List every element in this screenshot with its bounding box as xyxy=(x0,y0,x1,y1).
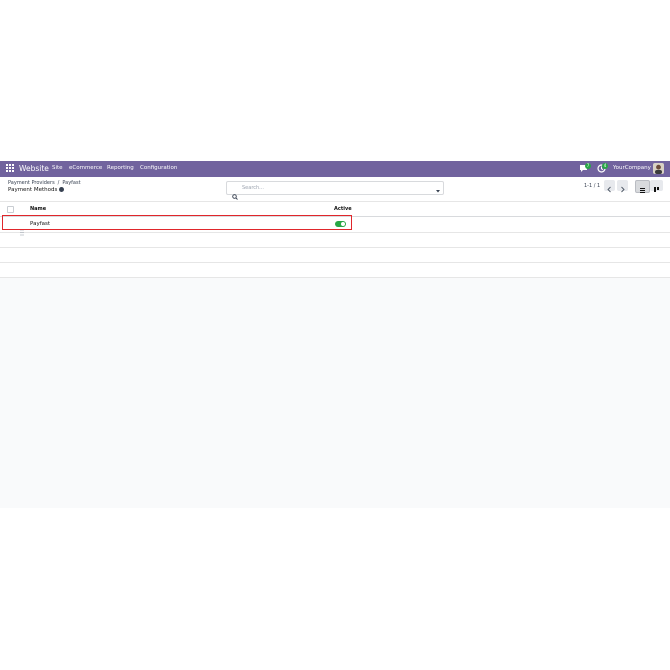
messages-count-badge: 7 xyxy=(585,163,591,169)
odoo-app: Website Site eCommerce Reporting Configu… xyxy=(0,161,670,508)
breadcrumb-payment-providers[interactable]: Payment Providers xyxy=(8,180,55,186)
empty-row xyxy=(0,262,670,278)
top-navbar: Website Site eCommerce Reporting Configu… xyxy=(0,161,670,177)
menu-reporting[interactable]: Reporting xyxy=(107,165,134,171)
pager-previous-button[interactable] xyxy=(604,180,615,193)
empty-row xyxy=(0,247,670,263)
list-view-button[interactable] xyxy=(635,180,650,193)
column-name[interactable]: Name xyxy=(30,206,46,212)
activity-count-badge: 4 xyxy=(602,163,608,169)
search-options-toggle[interactable] xyxy=(433,182,443,194)
user-avatar[interactable] xyxy=(653,163,664,174)
app-brand[interactable]: Website xyxy=(19,164,49,173)
list-view: Name Active Payfast xyxy=(0,202,670,278)
search-bar[interactable]: Search... xyxy=(226,181,444,200)
page-title-text: Payment Methods xyxy=(8,187,58,193)
menu-configuration[interactable]: Configuration xyxy=(140,165,177,171)
page-title: Payment Methods xyxy=(8,187,65,193)
column-active[interactable]: Active xyxy=(334,206,352,212)
breadcrumb-payfast[interactable]: Payfast xyxy=(62,180,80,186)
search-input[interactable]: Search... xyxy=(242,185,264,191)
highlight-box xyxy=(2,215,352,230)
control-panel: Payment Providers / Payfast Payment Method… xyxy=(0,177,670,202)
pager-value[interactable]: 1-1 / 1 xyxy=(584,183,600,189)
kanban-view-button[interactable] xyxy=(650,180,663,192)
pager-next-button[interactable] xyxy=(617,180,628,193)
menu-ecommerce[interactable]: eCommerce xyxy=(69,165,102,171)
empty-row xyxy=(0,232,670,248)
apps-menu-icon[interactable] xyxy=(6,164,15,173)
company-switcher[interactable]: YourCompany xyxy=(613,165,651,171)
breadcrumb-separator: / xyxy=(57,180,60,186)
select-all-checkbox[interactable] xyxy=(7,206,14,213)
breadcrumb: Payment Providers / Payfast xyxy=(8,180,81,186)
gear-icon[interactable] xyxy=(59,187,65,192)
menu-site[interactable]: Site xyxy=(52,165,63,171)
